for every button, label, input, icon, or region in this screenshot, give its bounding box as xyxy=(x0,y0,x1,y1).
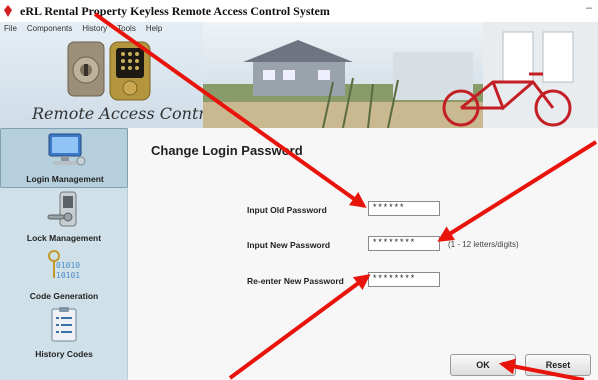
sidebar-item-login-management[interactable]: Login Management xyxy=(0,128,128,188)
sidebar: Login Management Lock Management 01010 1… xyxy=(0,128,128,380)
title-bar: eRL Rental Property Keyless Remote Acces… xyxy=(0,0,598,22)
change-password-panel: Change Login Password Input Old Password… xyxy=(128,128,598,380)
menu-history[interactable]: History xyxy=(82,24,107,38)
old-password-label: Input Old Password xyxy=(247,205,327,215)
door-lock-icon xyxy=(47,191,77,227)
new-password-label: Input New Password xyxy=(247,240,331,250)
window-title: eRL Rental Property Keyless Remote Acces… xyxy=(20,4,330,18)
clipboard-list-icon xyxy=(51,307,77,342)
old-password-input[interactable]: ****** xyxy=(368,201,440,216)
keypad-lock-image xyxy=(109,41,151,101)
page-title: Change Login Password xyxy=(151,143,303,158)
password-length-hint: (1 - 12 letters/digits) xyxy=(448,240,519,249)
sidebar-item-label: Login Management xyxy=(26,174,104,184)
computer-icon xyxy=(48,133,86,166)
banner-image xyxy=(203,22,598,128)
menu-bar: File Components History Tools Help xyxy=(4,24,162,38)
svg-text:10101: 10101 xyxy=(56,271,80,280)
sidebar-item-label: Code Generation xyxy=(29,291,99,301)
menu-tools[interactable]: Tools xyxy=(117,24,136,38)
sidebar-item-history-codes[interactable]: History Codes xyxy=(0,304,128,364)
confirm-password-label: Re-enter New Password xyxy=(247,276,344,286)
app-header: File Components History Tools Help Remot… xyxy=(0,22,598,128)
minimize-button[interactable]: – xyxy=(586,2,592,14)
menu-help[interactable]: Help xyxy=(146,24,162,38)
sidebar-item-code-generation[interactable]: 01010 10101 Code Generation xyxy=(0,246,128,306)
sidebar-item-label: History Codes xyxy=(35,349,93,359)
menu-components[interactable]: Components xyxy=(27,24,72,38)
keys-binary-icon: 01010 10101 xyxy=(48,250,80,280)
app-logo-text: Remote Access Control xyxy=(32,104,221,123)
svg-text:01010: 01010 xyxy=(56,261,80,270)
app-icon xyxy=(4,5,12,17)
confirm-password-input[interactable]: ******** xyxy=(368,272,440,287)
sidebar-item-lock-management[interactable]: Lock Management xyxy=(0,188,128,248)
menu-file[interactable]: File xyxy=(4,24,17,38)
new-password-input[interactable]: ******** xyxy=(368,236,440,251)
sidebar-item-label: Lock Management xyxy=(26,233,102,243)
reset-button[interactable]: Reset xyxy=(525,354,591,376)
ok-button[interactable]: OK xyxy=(450,354,516,376)
deadbolt-lock-image xyxy=(67,41,105,97)
